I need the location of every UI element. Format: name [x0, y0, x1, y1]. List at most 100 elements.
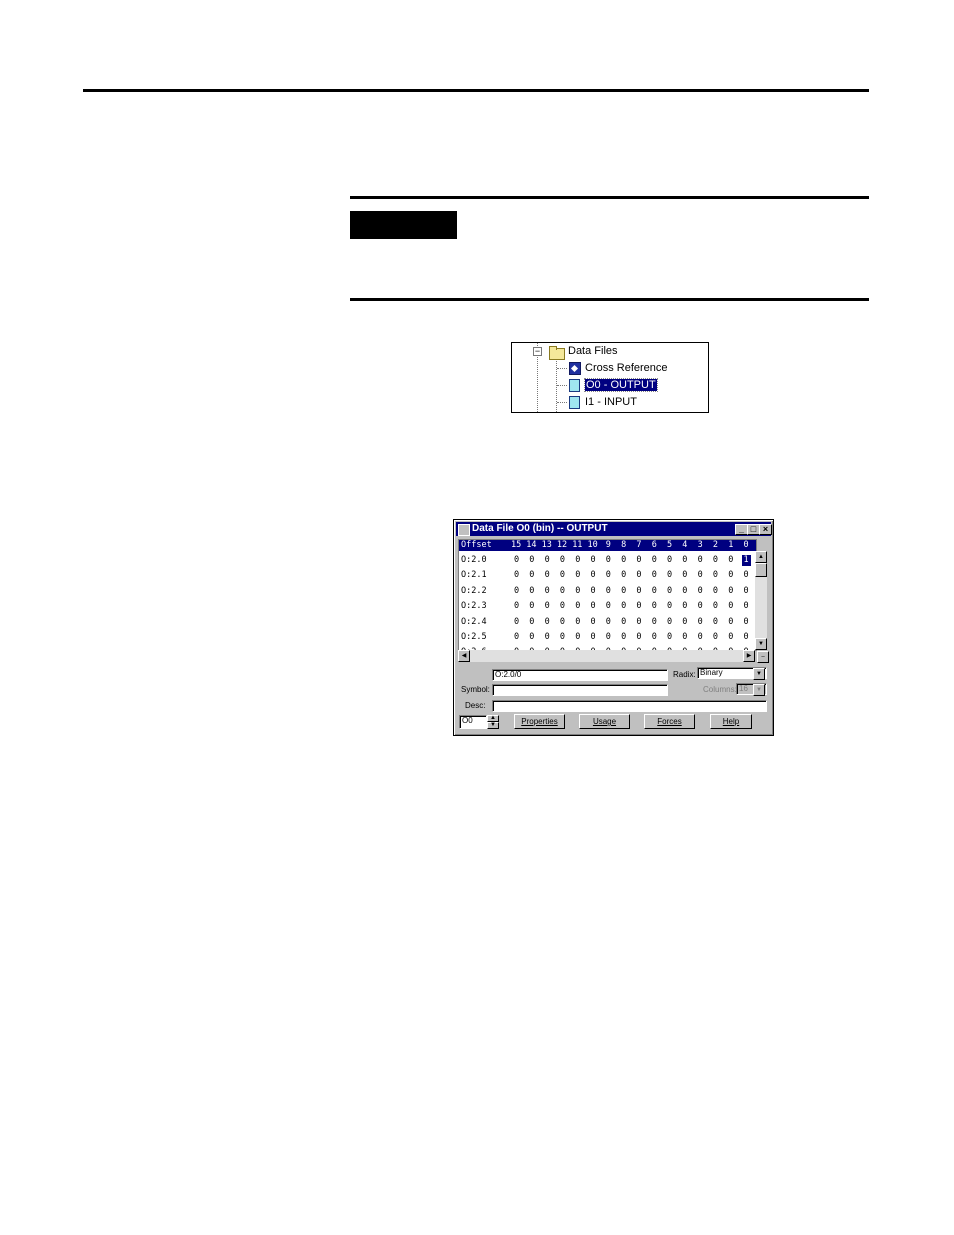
bit-cell[interactable]: 0 [545, 632, 550, 643]
bit-cell[interactable]: 0 [728, 570, 733, 581]
bit-cell[interactable]: 0 [575, 617, 580, 628]
bit-cell[interactable]: 0 [652, 570, 657, 581]
bit-cell[interactable]: 0 [652, 601, 657, 612]
bit-cell[interactable]: 0 [682, 570, 687, 581]
bit-cell[interactable]: 0 [713, 555, 718, 566]
bit-cell[interactable]: 0 [667, 632, 672, 643]
bit-cell[interactable]: 0 [728, 601, 733, 612]
address-field[interactable]: O:2.0/0 [492, 669, 668, 681]
bit-cell[interactable]: 0 [529, 601, 534, 612]
bit-cell[interactable]: 0 [529, 586, 534, 597]
bit-cell[interactable]: 0 [713, 632, 718, 643]
chevron-down-icon[interactable]: ▼ [753, 684, 765, 696]
bit-cell[interactable]: 0 [667, 586, 672, 597]
bit-cell[interactable]: 0 [636, 586, 641, 597]
bit-cell[interactable]: 0 [636, 632, 641, 643]
bit-cell[interactable]: 0 [682, 586, 687, 597]
bit-cell[interactable]: 0 [560, 570, 565, 581]
scroll-left-icon[interactable]: ◀ [458, 650, 470, 662]
bit-cell[interactable]: 0 [591, 555, 596, 566]
bit-cell[interactable]: 1 [741, 555, 751, 566]
bit-cell[interactable]: 0 [529, 555, 534, 566]
bit-cell[interactable]: 0 [606, 632, 611, 643]
bit-cell[interactable]: 0 [529, 632, 534, 643]
bit-cell[interactable]: 0 [713, 586, 718, 597]
scroll-down-icon[interactable]: ▼ [755, 638, 767, 650]
bit-cell[interactable]: 0 [744, 586, 749, 597]
bit-cell[interactable]: 0 [728, 586, 733, 597]
bit-cell[interactable]: 0 [667, 570, 672, 581]
bit-cell[interactable]: 0 [529, 570, 534, 581]
bit-cell[interactable]: 0 [744, 601, 749, 612]
bit-cell[interactable]: 0 [682, 632, 687, 643]
title-bar[interactable]: Data File O0 (bin) -- OUTPUT _ □ × [456, 522, 772, 536]
bit-cell[interactable]: 0 [728, 617, 733, 628]
horizontal-scrollbar[interactable]: ◀ ▶ [458, 650, 755, 662]
bit-cell[interactable]: 0 [652, 555, 657, 566]
bit-cell[interactable]: 0 [529, 617, 534, 628]
chevron-down-icon[interactable]: ▼ [753, 668, 765, 680]
bit-cell[interactable]: 0 [591, 570, 596, 581]
bit-cell[interactable]: 0 [545, 586, 550, 597]
bit-cell[interactable]: 0 [575, 586, 580, 597]
bit-cell[interactable]: 0 [545, 617, 550, 628]
bit-cell[interactable]: 0 [667, 617, 672, 628]
bit-cell[interactable]: 0 [591, 586, 596, 597]
bit-cell[interactable]: 0 [606, 555, 611, 566]
bit-cell[interactable]: 0 [621, 617, 626, 628]
bit-cell[interactable]: 0 [652, 632, 657, 643]
bit-cell[interactable]: 0 [560, 586, 565, 597]
vertical-scrollbar[interactable]: ▲ ▼ [755, 551, 767, 650]
bit-cell[interactable]: 0 [606, 601, 611, 612]
bit-cell[interactable]: 0 [545, 601, 550, 612]
bit-cell[interactable]: 0 [545, 555, 550, 566]
bit-cell[interactable]: 0 [682, 617, 687, 628]
tree-item-data-files[interactable]: Data Files [568, 343, 618, 359]
bit-cell[interactable]: 0 [575, 555, 580, 566]
bit-cell[interactable]: 0 [591, 632, 596, 643]
spin-down-icon[interactable]: ▼ [487, 722, 499, 729]
bit-cell[interactable]: 0 [728, 632, 733, 643]
bit-cell[interactable]: 0 [606, 586, 611, 597]
bit-cell[interactable]: 0 [744, 570, 749, 581]
bit-cell[interactable]: 0 [698, 632, 703, 643]
bit-cell[interactable]: 0 [575, 570, 580, 581]
bit-cell[interactable]: 0 [636, 617, 641, 628]
bit-cell[interactable]: 0 [621, 586, 626, 597]
bit-cell[interactable]: 0 [621, 555, 626, 566]
forces-button[interactable]: Forces [644, 714, 695, 729]
bit-cell[interactable]: 0 [744, 632, 749, 643]
bit-cell[interactable]: 0 [560, 601, 565, 612]
data-grid[interactable]: Offset 15 14 13 12 11 10 9 8 7 6 5 4 3 2 1 0 O:2.0 0 0 0 0 0… [458, 539, 757, 651]
bit-cell[interactable]: 0 [698, 555, 703, 566]
bit-cell[interactable]: 0 [560, 555, 565, 566]
close-button[interactable]: × [759, 524, 772, 535]
bit-cell[interactable]: 0 [682, 601, 687, 612]
tree-item-i1-input[interactable]: I1 - INPUT [585, 394, 637, 410]
bit-cell[interactable]: 0 [698, 601, 703, 612]
bit-cell[interactable]: 0 [636, 570, 641, 581]
bit-cell[interactable]: 0 [698, 570, 703, 581]
bit-cell[interactable]: 0 [713, 617, 718, 628]
bit-cell[interactable]: 0 [514, 617, 519, 628]
bit-cell[interactable]: 0 [698, 586, 703, 597]
bit-cell[interactable]: 0 [560, 617, 565, 628]
bit-cell[interactable]: 0 [636, 601, 641, 612]
desc-field[interactable] [492, 700, 767, 712]
bit-cell[interactable]: 0 [514, 632, 519, 643]
bit-cell[interactable]: 0 [621, 601, 626, 612]
spin-up-icon[interactable]: ▲ [487, 715, 499, 722]
bit-cell[interactable]: 0 [667, 601, 672, 612]
scroll-up-icon[interactable]: ▲ [755, 551, 767, 563]
bit-cell[interactable]: 0 [636, 555, 641, 566]
bit-cell[interactable]: 0 [591, 601, 596, 612]
usage-button[interactable]: Usage [579, 714, 630, 729]
help-button[interactable]: Help [710, 714, 752, 729]
collapse-icon[interactable]: − [533, 347, 542, 356]
bit-cell[interactable]: 0 [652, 617, 657, 628]
bit-cell[interactable]: 0 [591, 617, 596, 628]
bit-cell[interactable]: 0 [560, 632, 565, 643]
scroll-thumb[interactable] [755, 563, 767, 577]
bit-cell[interactable]: 0 [667, 555, 672, 566]
tree-item-cross-reference[interactable]: Cross Reference [585, 360, 668, 376]
